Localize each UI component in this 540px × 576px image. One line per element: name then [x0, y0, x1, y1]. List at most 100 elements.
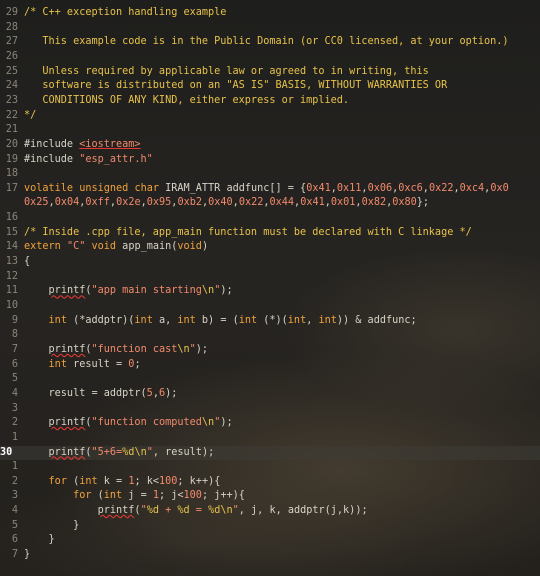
line-number: 3	[11, 490, 18, 502]
line-number: 18	[5, 168, 18, 180]
code-line[interactable]: 17 volatile unsigned char IRAM_ATTR addfu…	[0, 182, 540, 197]
line-code: #include <iostream>	[24, 138, 141, 150]
line-number: 28	[5, 21, 18, 33]
line-number: 5	[11, 519, 18, 531]
line-code: extern "C" void app_main(void)	[24, 241, 209, 253]
line-code: software is distributed on an "AS IS" BA…	[24, 80, 448, 92]
line-number: 6	[11, 358, 18, 370]
line-number: 1	[11, 431, 18, 443]
line-number: 11	[5, 285, 18, 297]
code-line[interactable]: 25 Unless required by applicable law or …	[0, 65, 540, 80]
line-number: 23	[5, 94, 18, 106]
line-code: result = addptr(5,6);	[24, 387, 178, 399]
code-line[interactable]: 4 printf("%d + %d = %d\n", j, k, addptr(…	[0, 504, 540, 519]
code-editor[interactable]: 29/* C++ exception handling example 28 27 …	[0, 0, 540, 576]
line-number: 20	[5, 138, 18, 150]
line-number: 5	[11, 373, 18, 385]
code-line[interactable]: 12	[0, 270, 540, 285]
code-line[interactable]: 19 #include "esp_attr.h"	[0, 153, 540, 168]
line-code: /* Inside .cpp file, app_main function m…	[24, 226, 472, 238]
line-code: printf("5+6=%d\n", result);	[48, 446, 215, 458]
line-code: printf("app main starting\n");	[48, 285, 233, 297]
code-line[interactable]: 1	[0, 431, 540, 446]
line-number: 7	[11, 549, 18, 561]
code-line[interactable]: 2 for (int k = 1; k<100; k++){	[0, 475, 540, 490]
line-number: 15	[5, 226, 18, 238]
code-line[interactable]: 23 CONDITIONS OF ANY KIND, either expres…	[0, 94, 540, 109]
code-line[interactable]: 11 printf("app main starting\n");	[0, 284, 540, 299]
code-line[interactable]: 8	[0, 328, 540, 343]
line-code: CONDITIONS OF ANY KIND, either express o…	[24, 94, 350, 106]
line-number: 9	[11, 314, 18, 326]
line-number: 14	[5, 241, 18, 253]
line-number: 30	[0, 446, 13, 458]
line-number: 6	[11, 534, 18, 546]
code-line[interactable]: 6 int result = 0;	[0, 358, 540, 373]
code-line[interactable]: 4 result = addptr(5,6);	[0, 387, 540, 402]
line-number: 8	[11, 329, 18, 341]
code-line[interactable]: 22 */	[0, 109, 540, 124]
line-code: Unless required by applicable law or agr…	[24, 65, 429, 77]
line-code: for (int j = 1; j<100; j++){	[73, 490, 245, 502]
line-number: 25	[5, 65, 18, 77]
code-line[interactable]: 3 for (int j = 1; j<100; j++){	[0, 489, 540, 504]
line-code: volatile unsigned char IRAM_ATTR addfunc…	[24, 182, 509, 194]
code-line[interactable]: 14 extern "C" void app_main(void)	[0, 240, 540, 255]
code-line[interactable]: 24 software is distributed on an "AS IS"…	[0, 79, 540, 94]
line-number: 13	[5, 256, 18, 268]
code-line[interactable]: 13 {	[0, 255, 540, 270]
line-code: }	[24, 519, 80, 531]
line-code: #include "esp_attr.h"	[24, 153, 153, 165]
line-number: 21	[5, 124, 18, 136]
code-line[interactable]: 9 int (*addptr)(int a, int b) = (int (*)…	[0, 314, 540, 329]
line-code: printf("function computed\n");	[48, 417, 233, 429]
line-code: }	[24, 534, 55, 546]
line-code: {	[24, 256, 31, 268]
line-number: 3	[11, 402, 18, 414]
code-line[interactable]: 21	[0, 123, 540, 138]
line-code: int result = 0;	[48, 358, 141, 370]
line-number: 19	[5, 153, 18, 165]
code-line[interactable]: 6 }	[0, 533, 540, 548]
code-line[interactable]: 28	[0, 21, 540, 36]
line-number: 7	[11, 343, 18, 355]
code-line[interactable]: 5	[0, 372, 540, 387]
code-line[interactable]: 20 #include <iostream>	[0, 138, 540, 153]
line-number: 17	[5, 182, 18, 194]
code-line[interactable]: 27 This example code is in the Public Do…	[0, 35, 540, 50]
line-number: 2	[11, 475, 18, 487]
code-line[interactable]: 5 }	[0, 519, 540, 534]
line-code: for (int k = 1; k<100; k++){	[48, 475, 221, 487]
code-line[interactable]: 3	[0, 402, 540, 417]
line-number: 12	[5, 270, 18, 282]
line-number: 24	[5, 80, 18, 92]
line-code: int (*addptr)(int a, int b) = (int (*)(i…	[48, 314, 417, 326]
line-number: 10	[5, 300, 18, 311]
line-code: /* C++ exception handling example	[24, 7, 227, 18]
line-number: 16	[5, 212, 18, 224]
code-line[interactable]: 18	[0, 167, 540, 182]
code-line[interactable]: 10	[0, 299, 540, 314]
code-line[interactable]: 0x25,0x04,0xff,0x2e,0x95,0xb2,0x40,0x22,…	[0, 196, 540, 211]
code-line[interactable]: 15 /* Inside .cpp file, app_main function…	[0, 226, 540, 241]
line-number: 27	[5, 36, 18, 48]
line-code: */	[24, 109, 37, 121]
code-line[interactable]: 7}	[0, 548, 540, 563]
line-code: 0x25,0x04,0xff,0x2e,0x95,0xb2,0x40,0x22,…	[24, 197, 430, 209]
line-code: printf("function cast\n");	[48, 343, 209, 355]
code-line[interactable]: 16	[0, 211, 540, 226]
code-line[interactable]: 29 /* C++ exception handling example	[0, 6, 540, 21]
line-number: 2	[11, 417, 18, 429]
line-number: 1	[11, 461, 18, 473]
code-line[interactable]: 2 printf("function computed\n");	[0, 416, 540, 431]
code-line[interactable]: 1	[0, 460, 540, 475]
line-code: printf("%d + %d = %d\n", j, k, addptr(j,…	[97, 505, 368, 517]
line-number: 4	[11, 505, 18, 517]
line-number: 4	[11, 387, 18, 399]
line-number: 29	[5, 7, 18, 18]
code-line[interactable]: 26	[0, 50, 540, 65]
line-number: 26	[5, 50, 18, 62]
current-line[interactable]: 30 printf("5+6=%d\n", result);	[0, 445, 540, 461]
code-line[interactable]: 7 printf("function cast\n");	[0, 343, 540, 358]
line-number: 22	[5, 109, 18, 121]
